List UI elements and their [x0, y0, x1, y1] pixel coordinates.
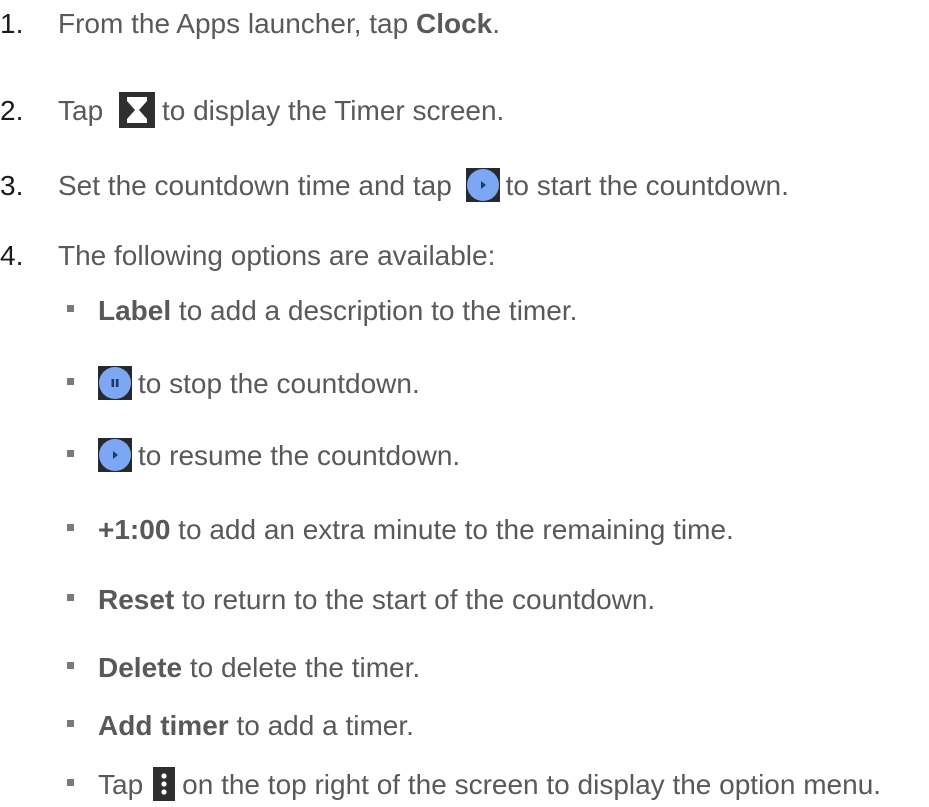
option-bold: Reset	[98, 584, 175, 615]
option-bold: Label	[98, 295, 172, 326]
step-2: 2. Tap to display the Timer screen.	[0, 91, 504, 131]
more-vert-icon	[153, 766, 176, 801]
bullet-icon	[67, 378, 74, 386]
step-text: From the Apps launcher, tap	[58, 8, 416, 39]
step-number: 2.	[0, 95, 24, 126]
list-item: Delete to delete the timer.	[67, 648, 420, 688]
bullet-icon	[67, 662, 74, 670]
option-text: to resume the countdown.	[138, 440, 461, 471]
bullet-icon	[67, 779, 74, 787]
list-item: +1:00 to add an extra minute to the rema…	[67, 510, 734, 550]
step-text: Set the countdown time and tap	[58, 170, 452, 201]
option-text: to delete the timer.	[182, 652, 421, 683]
option-text: to stop the countdown.	[138, 368, 420, 399]
list-item: to resume the countdown.	[67, 436, 460, 476]
step-text-end: .	[492, 8, 501, 39]
option-text-start: Tap	[98, 769, 144, 800]
option-bold: +1:00	[98, 514, 171, 545]
bullet-icon	[67, 450, 74, 458]
step-4: 4. The following options are available:	[0, 236, 495, 276]
option-bold: Delete	[98, 652, 183, 683]
step-bold-text: Clock	[415, 8, 493, 39]
option-bold: Add timer	[98, 710, 229, 741]
bullet-icon	[67, 594, 74, 602]
step-text: Tap	[58, 95, 104, 126]
bullet-icon	[67, 305, 74, 313]
play-button-icon	[98, 437, 132, 472]
list-item: Label to add a description to the timer.	[67, 291, 577, 331]
step-number: 1.	[0, 8, 24, 39]
play-button-icon	[465, 167, 500, 202]
list-item: to stop the countdown.	[67, 364, 420, 404]
step-text: The following options are available:	[58, 240, 496, 271]
bullet-icon	[67, 524, 74, 532]
step-text-end: to display the Timer screen.	[161, 95, 505, 126]
list-item: Tap on the top right of the screen to di…	[67, 765, 881, 805]
step-number: 3.	[0, 170, 24, 201]
bullet-icon	[67, 720, 74, 728]
hourglass-icon	[118, 91, 155, 128]
step-number: 4.	[0, 240, 24, 271]
option-text: to add a timer.	[228, 710, 414, 741]
list-item: Reset to return to the start of the coun…	[67, 580, 655, 620]
option-text: on the top right of the screen to displa…	[182, 769, 882, 800]
step-1: 1. From the Apps launcher, tap Clock.	[0, 4, 500, 44]
step-text-end: to start the countdown.	[505, 170, 789, 201]
option-text: to return to the start of the countdown.	[174, 584, 656, 615]
step-3: 3. Set the countdown time and tap to star…	[0, 166, 789, 206]
list-item: Add timer to add a timer.	[67, 706, 414, 746]
pause-button-icon	[98, 365, 132, 400]
option-text: to add an extra minute to the remaining …	[170, 514, 734, 545]
option-text: to add a description to the timer.	[171, 295, 578, 326]
